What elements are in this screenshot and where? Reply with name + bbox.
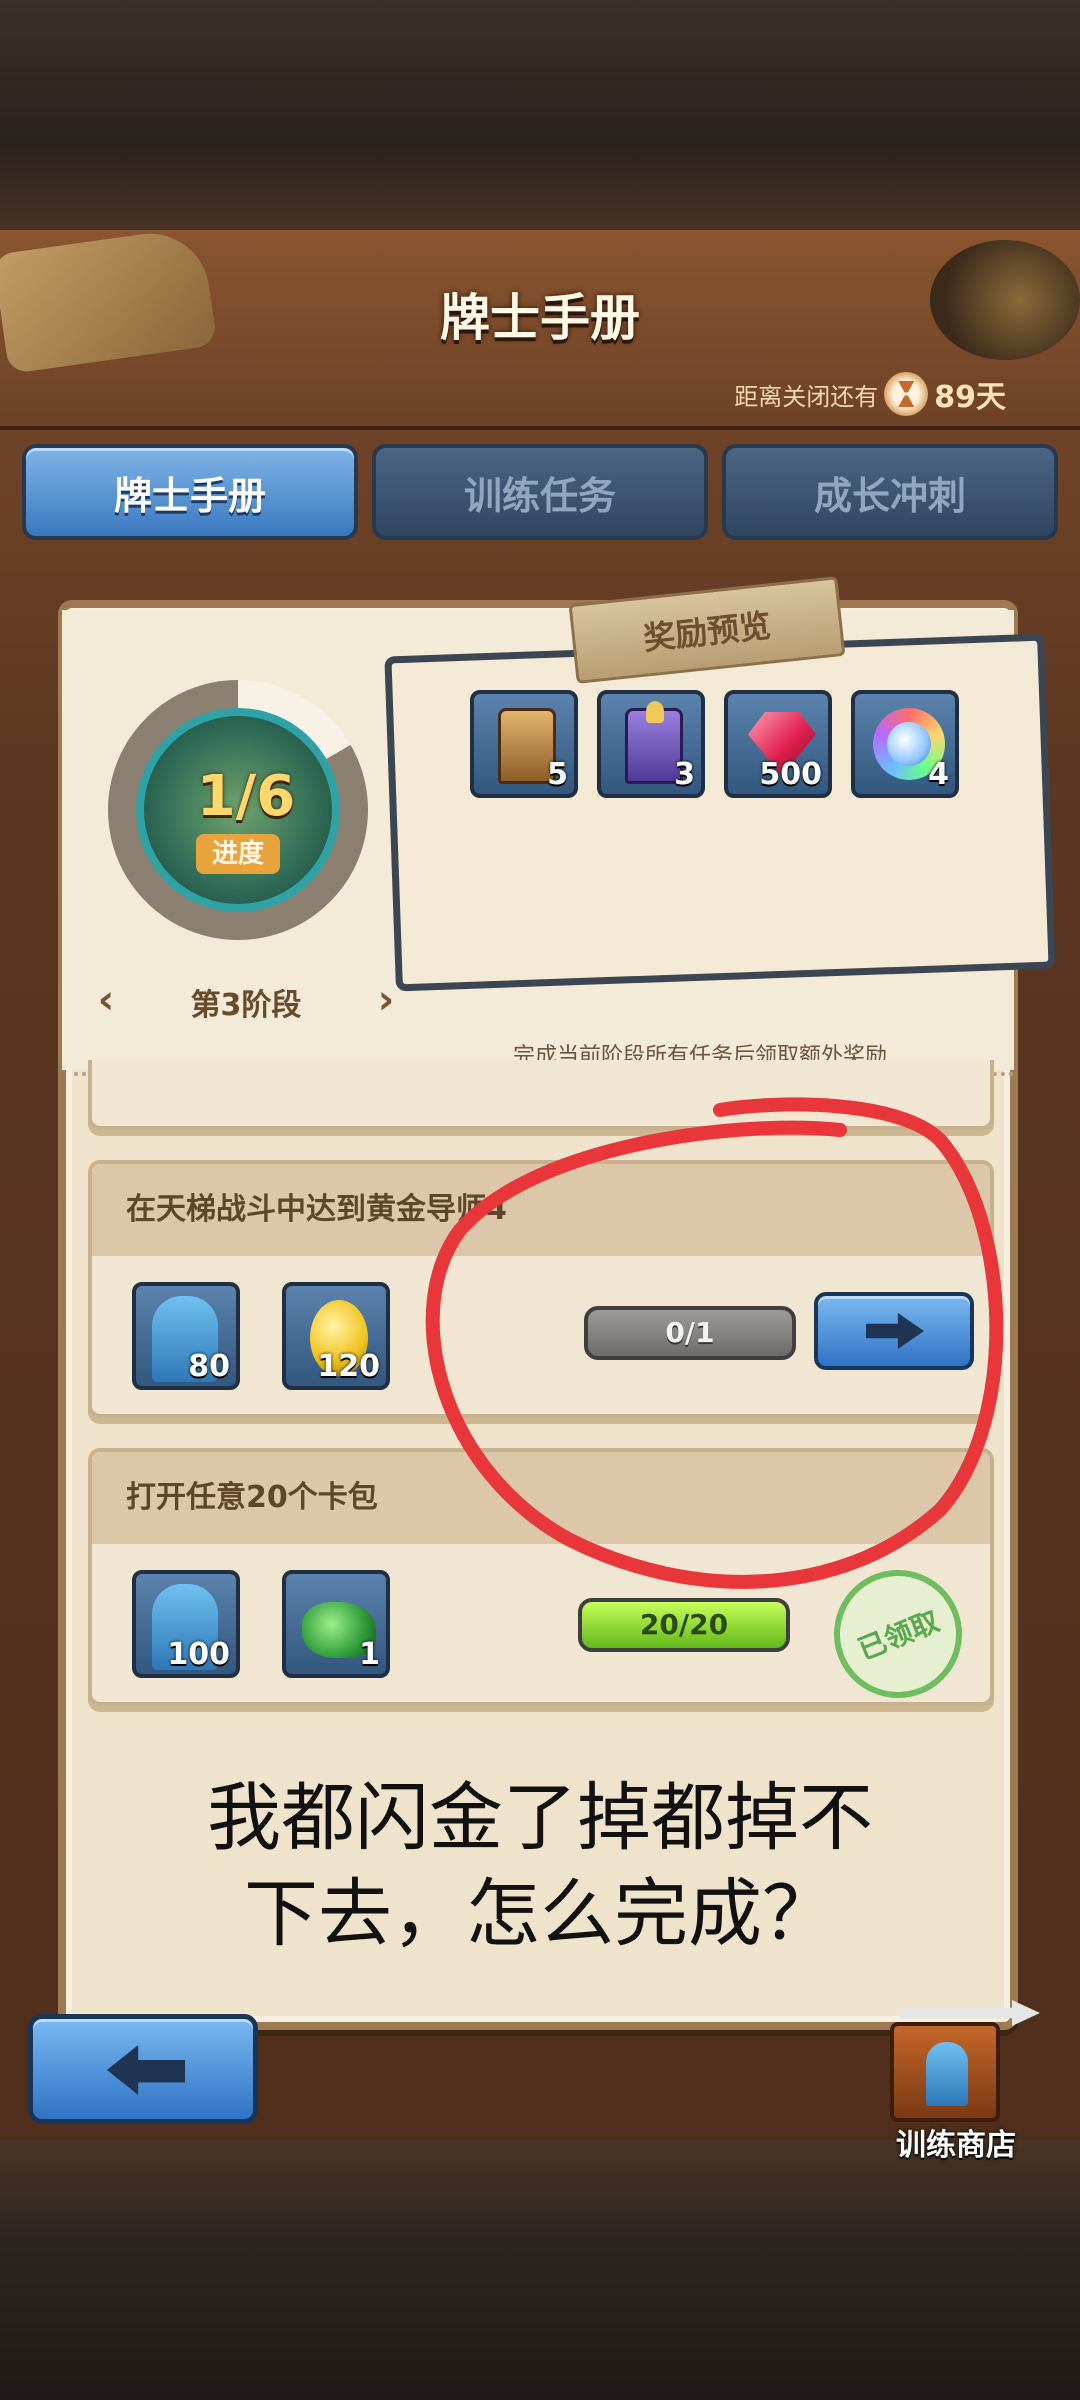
tab-growth-sprint[interactable]: 成长冲刺 [722,444,1058,540]
tab-handbook[interactable]: 牌士手册 [22,444,358,540]
page-title: 牌士手册 [440,289,640,347]
item-count: 5 [547,757,568,792]
shop-label: 训练商店 [896,2128,1016,2163]
stage-progress-ring: 1/6 进度 [108,680,368,940]
task-reward-item[interactable]: 100 [132,1570,240,1678]
annotation-line-1: 我都闪金了掉都掉不 [207,1775,873,1861]
annotation-line-2: 下去，怎么完成？ [244,1871,836,1957]
task-reward-item[interactable]: 1 [282,1570,390,1678]
reward-item[interactable]: 5 [470,690,578,798]
back-button[interactable] [28,2014,258,2124]
training-shop-button[interactable]: 训练商店 [880,2000,1040,2163]
progress-label: 进度 [196,834,280,874]
task-rewards: 100 1 [132,1570,432,1682]
shop-sign-icon [890,2022,1000,2122]
tab-training-tasks[interactable]: 训练任务 [372,444,708,540]
item-count: 100 [167,1637,230,1672]
progress-badge: 1/6 进度 [136,708,340,912]
countdown-prefix: 距离关闭还有 [734,382,879,411]
item-count: 120 [317,1349,380,1384]
reward-preview-items: 5 3 500 4 [470,690,990,800]
user-annotation: 我都闪金了掉都掉不 下去，怎么完成？ [60,1770,1020,1962]
item-count: 4 [928,757,949,792]
background-top [0,0,1080,240]
back-arrow-icon [107,2045,185,2095]
task-reward-item[interactable]: 120 [282,1282,390,1390]
close-countdown: 距离关闭还有 89天 [734,372,1006,416]
hourglass-icon [884,372,929,416]
tab-bar: 牌士手册 训练任务 成长冲刺 [22,444,1062,540]
item-count: 1 [359,1637,380,1672]
reward-item[interactable]: 3 [597,690,705,798]
red-annotation-circle [425,1097,1004,1589]
item-count: 80 [188,1349,230,1384]
reward-item[interactable]: 500 [724,690,832,798]
stage-navigator: ‹ 第3阶段 › [86,972,406,1028]
task-reward-item[interactable]: 80 [132,1282,240,1390]
item-count: 3 [674,757,695,792]
stage-label: 第3阶段 [190,988,302,1023]
task-rewards: 80 120 [132,1282,432,1394]
progress-value: 1/6 [196,764,296,829]
reward-item[interactable]: 4 [851,690,959,798]
background-bottom [0,2140,1080,2400]
prev-stage-button[interactable]: ‹ [86,978,126,1022]
item-count: 500 [759,757,822,792]
reward-preview-card [384,633,1056,992]
countdown-days: 89天 [934,380,1006,415]
